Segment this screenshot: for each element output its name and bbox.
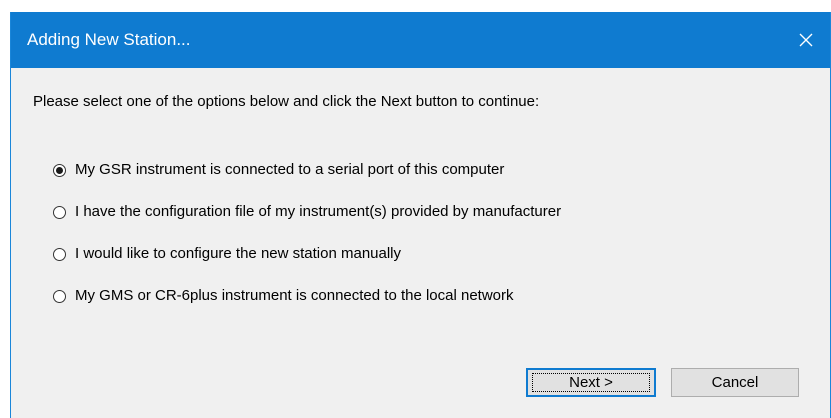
- close-icon: [799, 33, 813, 47]
- option-label: I would like to configure the new statio…: [75, 245, 402, 262]
- option-local-network[interactable]: My GMS or CR-6plus instrument is connect…: [53, 286, 561, 306]
- radio-button[interactable]: [53, 289, 66, 303]
- radio-button[interactable]: [53, 247, 66, 261]
- cancel-button[interactable]: Cancel: [671, 368, 799, 397]
- next-button[interactable]: Next >: [526, 368, 656, 397]
- cancel-button-label: Cancel: [711, 374, 759, 391]
- option-configuration-file[interactable]: I have the configuration file of my inst…: [53, 202, 561, 222]
- option-label: My GSR instrument is connected to a seri…: [75, 161, 505, 178]
- adding-new-station-dialog: Adding New Station... Please select one …: [10, 12, 831, 418]
- close-button[interactable]: [782, 12, 830, 68]
- station-option-group: My GSR instrument is connected to a seri…: [53, 160, 561, 328]
- option-configure-manually[interactable]: I would like to configure the new statio…: [53, 244, 561, 264]
- radio-button-selected[interactable]: [53, 163, 66, 177]
- radio-button[interactable]: [53, 205, 66, 219]
- option-label: My GMS or CR-6plus instrument is connect…: [75, 287, 514, 304]
- window-title: Adding New Station...: [27, 30, 191, 49]
- option-serial-port[interactable]: My GSR instrument is connected to a seri…: [53, 160, 561, 180]
- screen: Adding New Station... Please select one …: [0, 0, 831, 418]
- title-bar[interactable]: Adding New Station...: [11, 12, 830, 68]
- instruction-text: Please select one of the options below a…: [33, 93, 540, 110]
- next-button-label: Next >: [569, 374, 613, 391]
- option-label: I have the configuration file of my inst…: [75, 203, 562, 220]
